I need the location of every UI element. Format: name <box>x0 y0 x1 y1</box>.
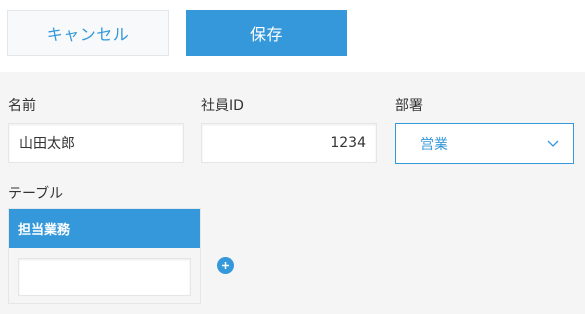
name-field[interactable]: 山田太郎 <box>8 123 184 163</box>
add-row-button[interactable] <box>217 257 234 274</box>
department-label: 部署 <box>395 98 423 114</box>
department-selected-value: 営業 <box>420 136 448 153</box>
subtable: 担当業務 <box>8 208 201 304</box>
plus-icon <box>222 262 229 269</box>
name-label: 名前 <box>8 98 36 114</box>
employee-id-label: 社員ID <box>201 98 244 114</box>
save-button[interactable]: 保存 <box>186 10 347 56</box>
table-cell-input[interactable] <box>18 258 191 296</box>
department-select[interactable]: 営業 <box>395 123 574 164</box>
table-column-header: 担当業務 <box>9 209 200 248</box>
chevron-down-icon <box>547 140 559 147</box>
table-label: テーブル <box>8 186 64 202</box>
toolbar: キャンセル 保存 <box>0 0 585 72</box>
employee-id-field[interactable]: 1234 <box>201 123 377 163</box>
cancel-button[interactable]: キャンセル <box>7 10 169 56</box>
